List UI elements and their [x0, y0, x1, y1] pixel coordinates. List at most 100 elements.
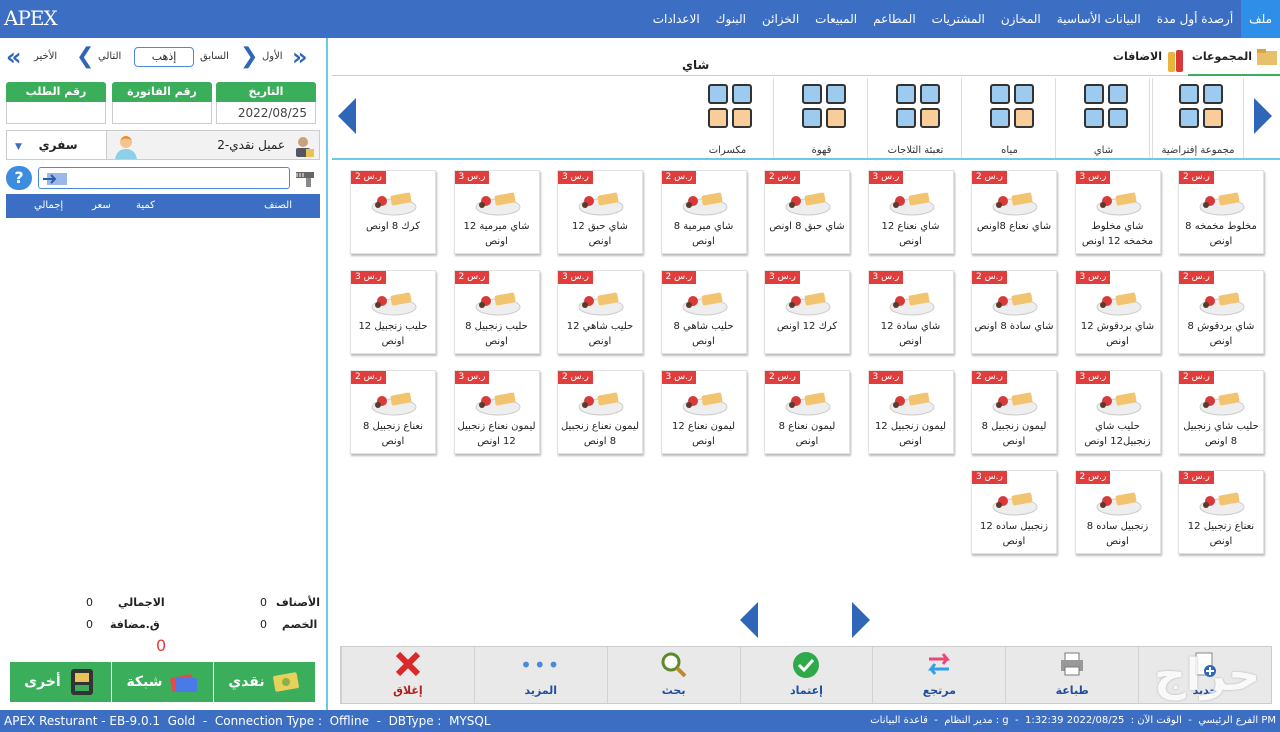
product-tile[interactable]: 3 ر.س حليب شاي زنجبيل12 اونص [1074, 370, 1161, 454]
next-record-icon[interactable]: ❮ [76, 46, 94, 68]
product-tile[interactable]: 3 ر.س شاي ميرمية 12 اونص [453, 170, 540, 254]
product-name: شاي ميرمية 8 اونص [673, 221, 734, 247]
print-button[interactable]: طباعة [1005, 647, 1138, 703]
categories-next-arrow-icon[interactable] [1252, 96, 1274, 136]
product-name: ليمون نعناع 8 اونص [778, 421, 836, 447]
product-tile[interactable]: 2 ر.س ليمون زنجبيل 8 اونص [971, 370, 1057, 454]
category-grid-icon [896, 84, 942, 130]
product-tile[interactable]: 2 ر.س شاي نعناع 8اونص [971, 170, 1057, 254]
price-badge: 3 ر.س [868, 371, 904, 384]
categories-prev-arrow-icon[interactable] [336, 96, 358, 136]
order-number-field[interactable] [6, 102, 106, 124]
product-tile[interactable]: 2 ر.س مخلوط مخمخه 8 اونص [1178, 170, 1264, 254]
tab-additions[interactable]: الاضافات [1098, 46, 1188, 76]
category-fridge-refill[interactable]: تعبئة الثلاجات [870, 78, 962, 158]
date-field[interactable]: 2022/08/25 [216, 102, 316, 124]
first-record-icon[interactable]: » [292, 45, 308, 69]
product-tile[interactable]: 3 ر.س شاي حبق 12 اونص [557, 170, 643, 254]
category-coffee[interactable]: قهوة [776, 78, 868, 158]
product-tile[interactable]: 2 ر.س حليب زنجبيل 8 اونص [453, 270, 540, 354]
product-tile[interactable]: 2 ر.س كرك 8 اونص [350, 170, 436, 254]
product-tile[interactable]: 3 ر.س ليمون زنجبيل 12 اونص [867, 370, 954, 454]
product-image-icon [371, 292, 417, 316]
product-name: شاي حبق 8 اونص [769, 221, 845, 232]
product-name: حليب شاي زنجبيل 8 اونص [1183, 421, 1259, 447]
customer-lookup-icon[interactable] [293, 134, 315, 158]
product-tile[interactable]: 3 ر.س شاي بردقوش 12 اونص [1074, 270, 1161, 354]
product-tile[interactable]: 2 ر.س ليمون نعناع زنجبيل 8 اونص [557, 370, 643, 454]
invoice-number-field[interactable] [112, 102, 212, 124]
product-tile[interactable]: 3 ر.س ليمون نعناع زنجبيل 12 اونص [453, 370, 540, 454]
product-tile[interactable]: 3 ر.س نعناع زنجبيل 12 اونص [1178, 470, 1264, 554]
menu-file[interactable]: ملف [1241, 0, 1280, 38]
category-tea[interactable]: شاي [1058, 78, 1150, 158]
product-image-icon [889, 392, 934, 416]
products-prev-arrow-icon[interactable] [738, 600, 760, 640]
order-type-select[interactable]: ▼ سفري [7, 131, 107, 159]
product-tile[interactable]: 3 ر.س حليب شاهي 12 اونص [557, 270, 643, 354]
close-button[interactable]: إغلاق [340, 647, 474, 703]
product-name: شاي سادة 8 اونص [974, 321, 1054, 332]
product-tile[interactable]: 3 ر.س شاي سادة 12 اونص [867, 270, 954, 354]
menu-banks[interactable]: البنوك [708, 0, 754, 38]
product-image-icon [578, 192, 624, 216]
product-tile[interactable]: 2 ر.س حليب شاي زنجبيل 8 اونص [1178, 370, 1264, 454]
product-tile[interactable]: 3 ر.س كرك 12 اونص [764, 270, 850, 354]
barcode-scanner-icon[interactable] [294, 168, 318, 188]
return-button[interactable]: مرتجع [872, 647, 1005, 703]
product-image-icon [1199, 492, 1245, 516]
product-tile[interactable]: 2 ر.س زنجبيل ساده 8 اونص [1074, 470, 1161, 554]
more-button[interactable]: ••• المزيد [473, 647, 607, 703]
customer-name[interactable]: 2-عميل نقدي [217, 138, 285, 152]
product-tile[interactable]: 3 ر.س شاي مخلوط مخمخه 12 اونص [1074, 170, 1161, 254]
price-badge: 2 ر.س [1075, 471, 1111, 484]
product-tile[interactable]: 2 ر.س شاي حبق 8 اونص [764, 170, 850, 254]
prev-record-icon[interactable]: ❯ [240, 46, 258, 68]
category-strip: مجموعة إفتراضية شاي مياه تعبئة الثلاجات … [332, 78, 1280, 160]
price-badge: 3 ر.س [1179, 471, 1214, 484]
product-name: نعناع زنجبيل 12 اونص [1187, 521, 1255, 547]
top-menu-bar: APEX ملف أرصدة أول مدة البيانات الأساسية… [0, 0, 1280, 38]
barcode-search-input[interactable] [38, 167, 290, 189]
product-tile[interactable]: 3 ر.س حليب زنجبيل 12 اونص [350, 270, 436, 354]
menu-restaurants[interactable]: المطاعم [865, 0, 924, 38]
price-badge: 2 ر.س [972, 371, 1007, 384]
menu-stores[interactable]: المخازن [993, 0, 1049, 38]
product-image-icon [785, 192, 831, 216]
product-tile[interactable]: 3 ر.س زنجبيل ساده 12 اونص [971, 470, 1057, 554]
last-record-icon[interactable]: « [6, 45, 22, 69]
pay-cash-button[interactable]: نقدي [214, 662, 316, 702]
category-default-group[interactable]: مجموعة إفتراضية [1152, 78, 1244, 158]
product-tile[interactable]: 2 ر.س نعناع زنجبيل 8 اونص [350, 370, 436, 454]
search-button[interactable]: بحث [606, 647, 740, 703]
go-button[interactable]: إذهب [134, 47, 194, 67]
menu-settings[interactable]: الاعدادات [645, 0, 708, 38]
approve-button[interactable]: إعتماد [739, 647, 873, 703]
action-toolbar: جديد طباعة مرتجع إعتماد بحث ••• المزيد إ… [340, 646, 1272, 704]
category-nuts[interactable]: مكسرات [682, 78, 774, 158]
category-water[interactable]: مياه [964, 78, 1056, 158]
products-next-arrow-icon[interactable] [850, 600, 872, 640]
menu-opening-balances[interactable]: أرصدة أول مدة [1149, 0, 1241, 38]
product-tile[interactable]: 2 ر.س شاي سادة 8 اونص [971, 270, 1057, 354]
pay-other-button[interactable]: أخرى [10, 662, 112, 702]
product-tile[interactable]: 2 ر.س شاي ميرمية 8 اونص [660, 170, 747, 254]
menu-purchases[interactable]: المشتريات [924, 0, 993, 38]
menu-master-data[interactable]: البيانات الأساسية [1049, 0, 1149, 38]
product-tile[interactable]: 2 ر.س ليمون نعناع 8 اونص [764, 370, 850, 454]
cash-icon [272, 672, 299, 692]
atm-icon [70, 669, 93, 695]
price-badge: 3 ر.س [868, 271, 904, 284]
tab-groups[interactable]: المجموعات [1188, 46, 1280, 76]
product-image-icon [1096, 392, 1141, 416]
product-tile[interactable]: 3 ر.س شاي نعناع 12 اونص [867, 170, 954, 254]
product-name: شاي ميرمية 12 اونص [463, 221, 530, 247]
product-tile[interactable]: 3 ر.س ليمون نعناع 12 اونص [660, 370, 747, 454]
pay-network-button[interactable]: شبكة [112, 662, 214, 702]
product-tile[interactable]: 2 ر.س حليب شاهي 8 اونص [660, 270, 747, 354]
menu-treasuries[interactable]: الخزائن [754, 0, 807, 38]
help-icon[interactable]: ? [6, 166, 32, 190]
menu-sales[interactable]: المبيعات [807, 0, 865, 38]
product-tile[interactable]: 2 ر.س شاي بردقوش 8 اونص [1178, 270, 1264, 354]
price-badge: 2 ر.س [1179, 371, 1214, 384]
